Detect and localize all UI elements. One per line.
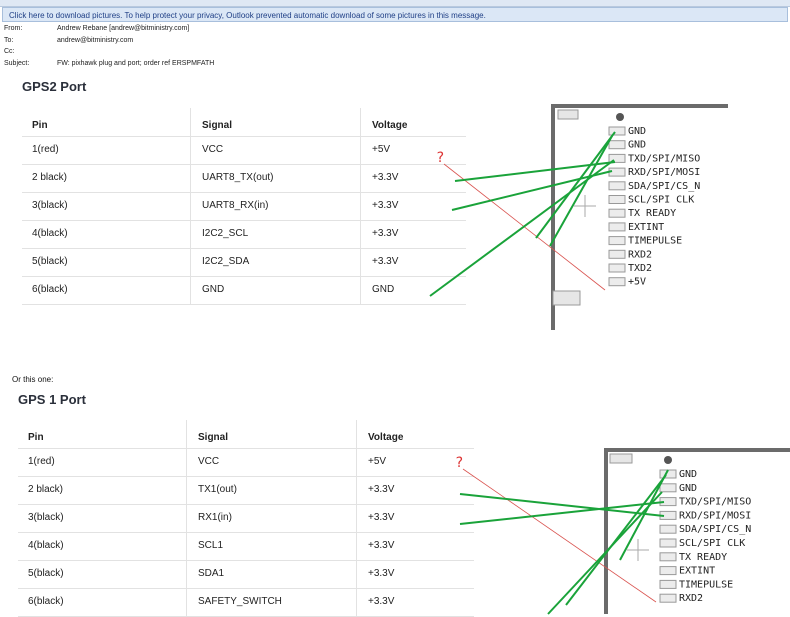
gps1-pin-label: GND — [679, 469, 697, 480]
gps2-pin-pad — [608, 140, 626, 150]
gps1-question-line — [462, 468, 657, 603]
gps2-mount-pad — [552, 290, 581, 306]
gps2-mount-pad — [557, 109, 579, 120]
gps1-pin-label: RXD/SPI/MOSI — [679, 510, 751, 521]
gps1-question-mark: ? — [455, 455, 463, 471]
gps1-pin-label: SDA/SPI/CS_N — [679, 524, 751, 535]
gps2-pin-pad — [608, 222, 626, 232]
gps1-pin-pad — [659, 524, 677, 534]
pinout-diagrams: GND GND TXD/SPI/MISO RXD/SPI/MOSI SDA/SPI/CS… — [429, 104, 790, 615]
gps1-pin-pad — [659, 566, 677, 576]
gps1-pin-pad — [659, 579, 677, 589]
gps2-pin-label: TX READY — [628, 208, 676, 219]
gps1-pin1-marker — [664, 456, 672, 464]
gps2-pin-pad — [608, 181, 626, 191]
gps1-pin-pad — [659, 483, 677, 493]
gps2-pin-pad — [608, 263, 626, 273]
gps1-pin-label: TIMEPULSE — [679, 579, 733, 590]
gps1-pin-label: GND — [679, 483, 697, 494]
gps2-pin-label: TXD2 — [628, 263, 652, 274]
gps2-pin-pad — [608, 195, 626, 204]
gps2-pin-label: TXD/SPI/MISO — [628, 153, 700, 164]
gps1-pin-label: EXTINT — [679, 566, 715, 577]
gps1-pin-label: TX READY — [679, 552, 727, 563]
gps2-question-mark: ? — [436, 150, 444, 166]
gps2-pin-label: GND — [628, 140, 646, 151]
gps2-wire — [535, 131, 616, 239]
gps1-mount-pad — [609, 453, 633, 464]
gps2-pin-label: SCL/SPI CLK — [628, 195, 694, 206]
gps2-pin-pad — [608, 249, 626, 259]
gps1-pin-label: SCL/SPI CLK — [679, 538, 745, 549]
gps1-pin-pad — [659, 552, 677, 562]
gps2-pin-label: TIMEPULSE — [628, 236, 682, 247]
gps2-wire — [549, 135, 613, 247]
gps2-pin-pad — [608, 236, 626, 246]
gps2-pin-label: EXTINT — [628, 222, 664, 233]
gps2-pin-pad — [608, 208, 626, 218]
gps1-pin-label: RXD2 — [679, 593, 703, 604]
gps2-pin-pad — [608, 126, 626, 136]
gps2-pin-pad — [608, 277, 626, 287]
gps2-pin-label: RXD/SPI/MOSI — [628, 167, 700, 178]
gps2-pin-label: SDA/SPI/CS_N — [628, 181, 700, 192]
gps1-pin-label: TXD/SPI/MISO — [679, 497, 751, 508]
gps1-pin-pad — [659, 538, 677, 548]
gps1-pin-pad — [659, 593, 677, 603]
gps2-pin-label: GND — [628, 126, 646, 137]
gps2-pin-label: RXD2 — [628, 249, 652, 260]
gps2-pin-label: +5V — [628, 277, 646, 288]
gps2-pin1-marker — [616, 113, 624, 121]
